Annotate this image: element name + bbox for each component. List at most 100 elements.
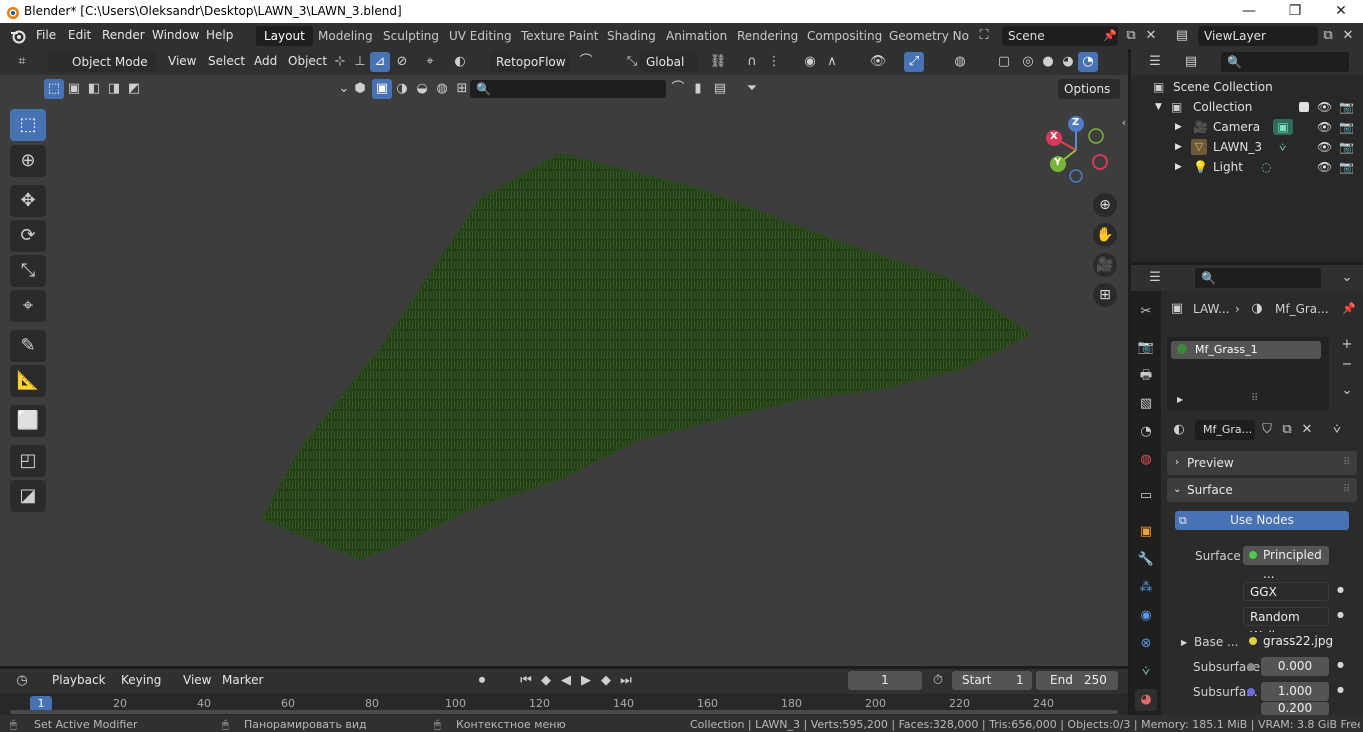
render-camera-icon[interactable]: 📷 [1339, 137, 1354, 157]
light-data-icon[interactable]: ◌ [1261, 157, 1271, 177]
modifier-tab-icon[interactable]: 🔧 [1135, 549, 1157, 571]
play-reverse-icon[interactable]: ◀ [556, 671, 576, 691]
render-tab-icon[interactable]: 📷 [1135, 337, 1157, 359]
menu-edit[interactable]: Edit [68, 28, 91, 42]
drag-handle-icon[interactable]: ⠿ [1343, 451, 1350, 475]
next-keyframe-icon[interactable]: ◆ [596, 671, 616, 691]
slot-menu-chevron-icon[interactable]: ⌄ [1337, 381, 1357, 401]
output-tab-icon[interactable]: 🖶 [1135, 365, 1157, 387]
remove-view-layer-icon[interactable]: ✕ [1338, 26, 1358, 46]
menu-playback[interactable]: Playback [52, 673, 106, 687]
visibility-eye-icon[interactable]: 👁 [1317, 97, 1332, 117]
maximize-button[interactable]: ❐ [1272, 1, 1318, 22]
start-frame-field[interactable]: Start 1 [952, 671, 1032, 690]
visibility-eye-icon[interactable]: 👁 [1317, 137, 1332, 157]
exclude-checkbox[interactable] [1299, 102, 1309, 112]
preview-panel-header[interactable]: › Preview ⠿ [1167, 451, 1357, 475]
zoom-icon[interactable]: ⊕ [1093, 193, 1117, 217]
jump-end-icon[interactable]: ⏭ [616, 671, 636, 691]
visibility-eye-icon[interactable]: 👁 [1317, 117, 1332, 137]
display-mode-icon[interactable]: ▤ [1181, 52, 1201, 72]
subsurface-radius-y[interactable]: 0.200 [1261, 702, 1329, 715]
perspective-grid-icon[interactable]: ⊞ [1093, 283, 1117, 307]
subsurface-method-selector[interactable]: Random Walk [1243, 607, 1329, 643]
tab-animation[interactable]: Animation [658, 26, 735, 46]
unlink-material-icon[interactable]: ✕ [1297, 420, 1317, 440]
menu-render[interactable]: Render [102, 28, 145, 42]
tab-uv-editing[interactable]: UV Editing [441, 26, 520, 46]
menu-view[interactable]: View [183, 673, 211, 687]
fake-user-icon[interactable]: ⛉ [1257, 420, 1277, 440]
menu-keying[interactable]: Keying [121, 673, 161, 687]
material-browse-icon[interactable]: ◐ [1169, 420, 1189, 440]
add-slot-icon[interactable]: + [1337, 335, 1357, 355]
resize-handle-icon[interactable]: ⠿ [1251, 393, 1258, 404]
surface-panel-header[interactable]: ⌄ Surface ⠿ [1167, 478, 1357, 502]
collection-tab-icon[interactable]: ▭ [1135, 485, 1157, 507]
outliner-search-input[interactable]: 🔍 [1221, 52, 1349, 72]
camera-data-icon[interactable]: ▣ [1273, 119, 1293, 135]
collapse-arrow-icon[interactable]: ▼ [1155, 97, 1162, 117]
material-name-field[interactable]: Mf_Gra... [1195, 420, 1255, 440]
material-slot-item[interactable]: Mf_Grass_1 [1171, 341, 1321, 359]
new-view-layer-icon[interactable]: ⧉ [1318, 26, 1338, 46]
duplicate-material-icon[interactable]: ⧉ [1277, 420, 1297, 440]
play-icon[interactable]: ▶ [576, 671, 596, 691]
distribution-selector[interactable]: GGX [1243, 582, 1329, 601]
base-color-field[interactable]: grass22.jpg [1243, 632, 1333, 651]
timeline-scrollbar[interactable] [10, 710, 1118, 714]
tab-sculpting[interactable]: Sculpting [375, 26, 447, 46]
3d-viewport[interactable]: ⌗ Object Mode View Select Add Object ⊹ ⊥… [0, 49, 1128, 666]
data-tab-icon[interactable]: ⩒ [1135, 661, 1157, 683]
timeline-editor-icon[interactable]: ◷ [12, 671, 32, 691]
options-chevron-icon[interactable]: ⌄ [1337, 268, 1357, 288]
expand-arrow-icon[interactable]: ▶ [1177, 395, 1183, 404]
outliner-row-camera[interactable]: ▶ 🎥 Camera ▣ 👁 📷 [1131, 117, 1363, 137]
pin-icon[interactable]: 📌 [1100, 26, 1120, 46]
expand-arrow-icon[interactable]: ▶ [1175, 117, 1182, 137]
axis-gizmo[interactable] [1040, 114, 1120, 186]
scene-tab-icon[interactable]: ◔ [1135, 421, 1157, 443]
keyframe-dot-icon[interactable]: ● [1337, 585, 1344, 594]
surface-shader-field[interactable]: Principled ... [1243, 546, 1329, 581]
view-layer-icon[interactable]: ▤ [1172, 26, 1192, 46]
scene-icon[interactable]: ⛶ [974, 26, 994, 46]
material-slot-list[interactable]: Mf_Grass_1 ▶ ⠿ [1167, 337, 1329, 411]
view-layer-tab-icon[interactable]: ▧ [1135, 393, 1157, 415]
menu-file[interactable]: File [36, 28, 56, 42]
menu-window[interactable]: Window [152, 28, 199, 42]
visibility-eye-icon[interactable]: 👁 [1317, 157, 1332, 177]
blender-menu-icon[interactable] [10, 28, 26, 44]
pan-hand-icon[interactable]: ✋ [1093, 223, 1117, 247]
end-frame-field[interactable]: End 250 [1036, 671, 1118, 690]
render-camera-icon[interactable]: 📷 [1339, 157, 1354, 177]
playhead[interactable]: 1 [30, 696, 52, 711]
render-camera-icon[interactable]: 📷 [1339, 117, 1354, 137]
tab-compositing[interactable]: Compositing [799, 26, 890, 46]
tab-modeling[interactable]: Modeling [310, 26, 381, 46]
physics-tab-icon[interactable]: ◉ [1135, 605, 1157, 627]
tab-layout[interactable]: Layout [256, 26, 313, 46]
collection-row[interactable]: ▼ ▣ Collection 👁 📷 [1131, 97, 1363, 117]
remove-scene-icon[interactable]: ✕ [1141, 26, 1161, 46]
tab-texture-paint[interactable]: Texture Paint [513, 26, 606, 46]
use-nodes-button[interactable]: ⧉ Use Nodes [1175, 511, 1349, 530]
tab-shading[interactable]: Shading [599, 26, 664, 46]
frame-ruler[interactable]: 1 20 40 60 80 100 120 140 160 180 200 22… [0, 694, 1128, 715]
outliner-row-light[interactable]: ▶ 💡 Light ◌ 👁 📷 [1131, 157, 1363, 177]
new-scene-icon[interactable]: ⧉ [1121, 26, 1141, 46]
tab-rendering[interactable]: Rendering [729, 26, 806, 46]
keyframe-dot-icon[interactable]: ● [1337, 610, 1344, 619]
expand-arrow-icon[interactable]: ▶ [1175, 157, 1182, 177]
expand-arrow-icon[interactable]: ▶ [1175, 137, 1182, 157]
outliner-row-lawn[interactable]: ▶ ▽ LAWN_3 ⩒ 👁 📷 [1131, 137, 1363, 157]
properties-search-input[interactable]: 🔍 [1195, 268, 1321, 288]
keyframe-dot-icon[interactable]: ● [1337, 660, 1344, 669]
drag-handle-icon[interactable]: ⠿ [1343, 478, 1350, 502]
subsurface-input[interactable]: 0.000 [1261, 657, 1329, 676]
world-tab-icon[interactable]: ◍ [1135, 449, 1157, 471]
menu-help[interactable]: Help [206, 28, 233, 42]
properties-editor-icon[interactable]: ☰ [1145, 268, 1165, 288]
close-button[interactable]: ✕ [1318, 1, 1363, 22]
material-tab-icon[interactable]: ◕ [1135, 689, 1157, 711]
